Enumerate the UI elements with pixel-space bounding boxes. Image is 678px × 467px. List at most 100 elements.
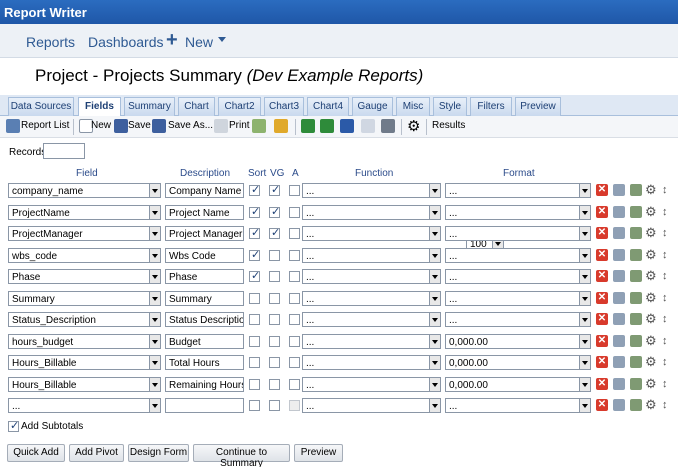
a-checkbox[interactable]: [289, 292, 300, 304]
settings-gear-icon[interactable]: ⚙: [645, 333, 657, 348]
move-right-icon[interactable]: [630, 356, 642, 368]
settings-gear-icon[interactable]: ⚙: [645, 376, 657, 391]
save-as-icon[interactable]: [152, 119, 166, 133]
reorder-icon[interactable]: ↕: [662, 335, 668, 348]
add-pivot-button[interactable]: Add Pivot: [69, 444, 124, 462]
settings-gear-icon[interactable]: ⚙: [645, 290, 657, 305]
move-right-icon[interactable]: [630, 377, 642, 390]
field-select[interactable]: Status_Description: [8, 312, 161, 327]
format-select[interactable]: ...: [445, 204, 591, 220]
format-select[interactable]: ...: [445, 183, 591, 198]
tab-chart3[interactable]: Chart3: [264, 97, 304, 116]
nav-dashboards-link[interactable]: Dashboards: [88, 34, 164, 50]
field-select[interactable]: wbs_code: [8, 247, 161, 263]
sort-checkbox[interactable]: [249, 205, 260, 218]
function-select[interactable]: ...: [302, 355, 441, 370]
move-left-icon[interactable]: [613, 184, 625, 196]
reorder-icon[interactable]: ↕: [662, 249, 668, 262]
function-select[interactable]: ...: [302, 290, 441, 306]
tab-fields[interactable]: Fields: [78, 97, 121, 117]
a-checkbox[interactable]: [289, 249, 300, 261]
list-icon[interactable]: [6, 119, 20, 133]
design-form-button[interactable]: Design Form: [128, 444, 189, 462]
format-select[interactable]: 0,000.00: [445, 355, 591, 370]
plus-icon[interactable]: +: [166, 29, 178, 52]
description-input[interactable]: Wbs Code: [165, 247, 244, 263]
vg-checkbox[interactable]: [269, 378, 280, 390]
reorder-icon[interactable]: ↕: [662, 206, 668, 219]
xml-icon[interactable]: [381, 119, 395, 133]
continue-to-summary-button[interactable]: Continue to Summary: [193, 444, 290, 467]
reorder-icon[interactable]: ↕: [662, 184, 668, 197]
move-right-icon[interactable]: [630, 184, 642, 196]
move-left-icon[interactable]: [613, 227, 625, 239]
a-checkbox[interactable]: [289, 400, 300, 411]
field-select[interactable]: ...: [8, 398, 161, 413]
move-right-icon[interactable]: [630, 227, 642, 239]
move-left-icon[interactable]: [613, 377, 625, 390]
format-select[interactable]: ...: [445, 226, 591, 241]
settings-gear-icon[interactable]: ⚙: [645, 311, 657, 326]
move-right-icon[interactable]: [630, 205, 642, 218]
a-checkbox[interactable]: [289, 314, 300, 325]
move-right-icon[interactable]: [630, 399, 642, 411]
function-select[interactable]: ...: [302, 398, 441, 413]
move-right-icon[interactable]: [630, 291, 642, 304]
field-select[interactable]: company_name: [8, 183, 161, 198]
function-select[interactable]: ...: [302, 226, 441, 241]
format-select[interactable]: ...: [445, 269, 591, 284]
sort-checkbox[interactable]: [249, 335, 260, 347]
settings-gear-icon[interactable]: ⚙: [645, 268, 657, 283]
vg-checkbox[interactable]: [269, 249, 280, 261]
a-checkbox[interactable]: [289, 185, 300, 196]
function-select[interactable]: ...: [302, 204, 441, 220]
delete-icon[interactable]: ✕: [596, 184, 608, 196]
a-checkbox[interactable]: [289, 206, 300, 218]
sort-checkbox[interactable]: [249, 248, 260, 261]
sort-checkbox[interactable]: [249, 226, 260, 239]
quick-add-button[interactable]: Quick Add: [7, 444, 65, 462]
tab-data-sources[interactable]: Data Sources: [8, 97, 74, 116]
move-left-icon[interactable]: [613, 356, 625, 368]
vg-checkbox[interactable]: [269, 357, 280, 368]
sort-checkbox[interactable]: [249, 292, 260, 304]
function-select[interactable]: ...: [302, 376, 441, 392]
delete-icon[interactable]: ✕: [596, 399, 608, 411]
settings-gear-icon[interactable]: ⚙: [645, 397, 657, 412]
settings-gear-icon[interactable]: ⚙: [645, 182, 657, 197]
save-icon[interactable]: [114, 119, 128, 133]
nav-reports-link[interactable]: Reports: [26, 34, 75, 50]
format-select[interactable]: ...: [445, 290, 591, 306]
a-checkbox[interactable]: [289, 335, 300, 347]
settings-gear-icon[interactable]: ⚙: [645, 247, 657, 262]
field-select[interactable]: ProjectName: [8, 204, 161, 220]
sort-checkbox[interactable]: [249, 400, 260, 411]
add-subtotals-checkbox[interactable]: [8, 419, 19, 432]
move-right-icon[interactable]: [630, 334, 642, 347]
function-select[interactable]: ...: [302, 312, 441, 327]
field-select[interactable]: Hours_Billable: [8, 376, 161, 392]
sort-checkbox[interactable]: [249, 183, 260, 196]
reorder-icon[interactable]: ↕: [662, 227, 668, 240]
vg-checkbox[interactable]: [269, 335, 280, 347]
sort-checkbox[interactable]: [249, 378, 260, 390]
settings-gear-icon[interactable]: ⚙: [645, 204, 657, 219]
sql-icon[interactable]: [274, 119, 288, 133]
function-select[interactable]: ...: [302, 269, 441, 284]
description-input[interactable]: Project Name: [165, 204, 244, 220]
delete-icon[interactable]: ✕: [596, 334, 608, 347]
field-select[interactable]: hours_budget: [8, 333, 161, 349]
move-left-icon[interactable]: [613, 313, 625, 325]
delete-icon[interactable]: ✕: [596, 205, 608, 218]
a-checkbox[interactable]: [289, 271, 300, 282]
description-input[interactable]: [165, 398, 244, 413]
format-select[interactable]: ...: [445, 247, 591, 263]
description-input[interactable]: Remaining Hours: [165, 376, 244, 392]
reorder-icon[interactable]: ↕: [662, 313, 668, 326]
move-left-icon[interactable]: [613, 399, 625, 411]
a-checkbox[interactable]: [289, 228, 300, 239]
field-select[interactable]: Summary: [8, 290, 161, 306]
description-input[interactable]: Summary: [165, 290, 244, 306]
vg-checkbox[interactable]: [269, 205, 280, 218]
reorder-icon[interactable]: ↕: [662, 270, 668, 283]
